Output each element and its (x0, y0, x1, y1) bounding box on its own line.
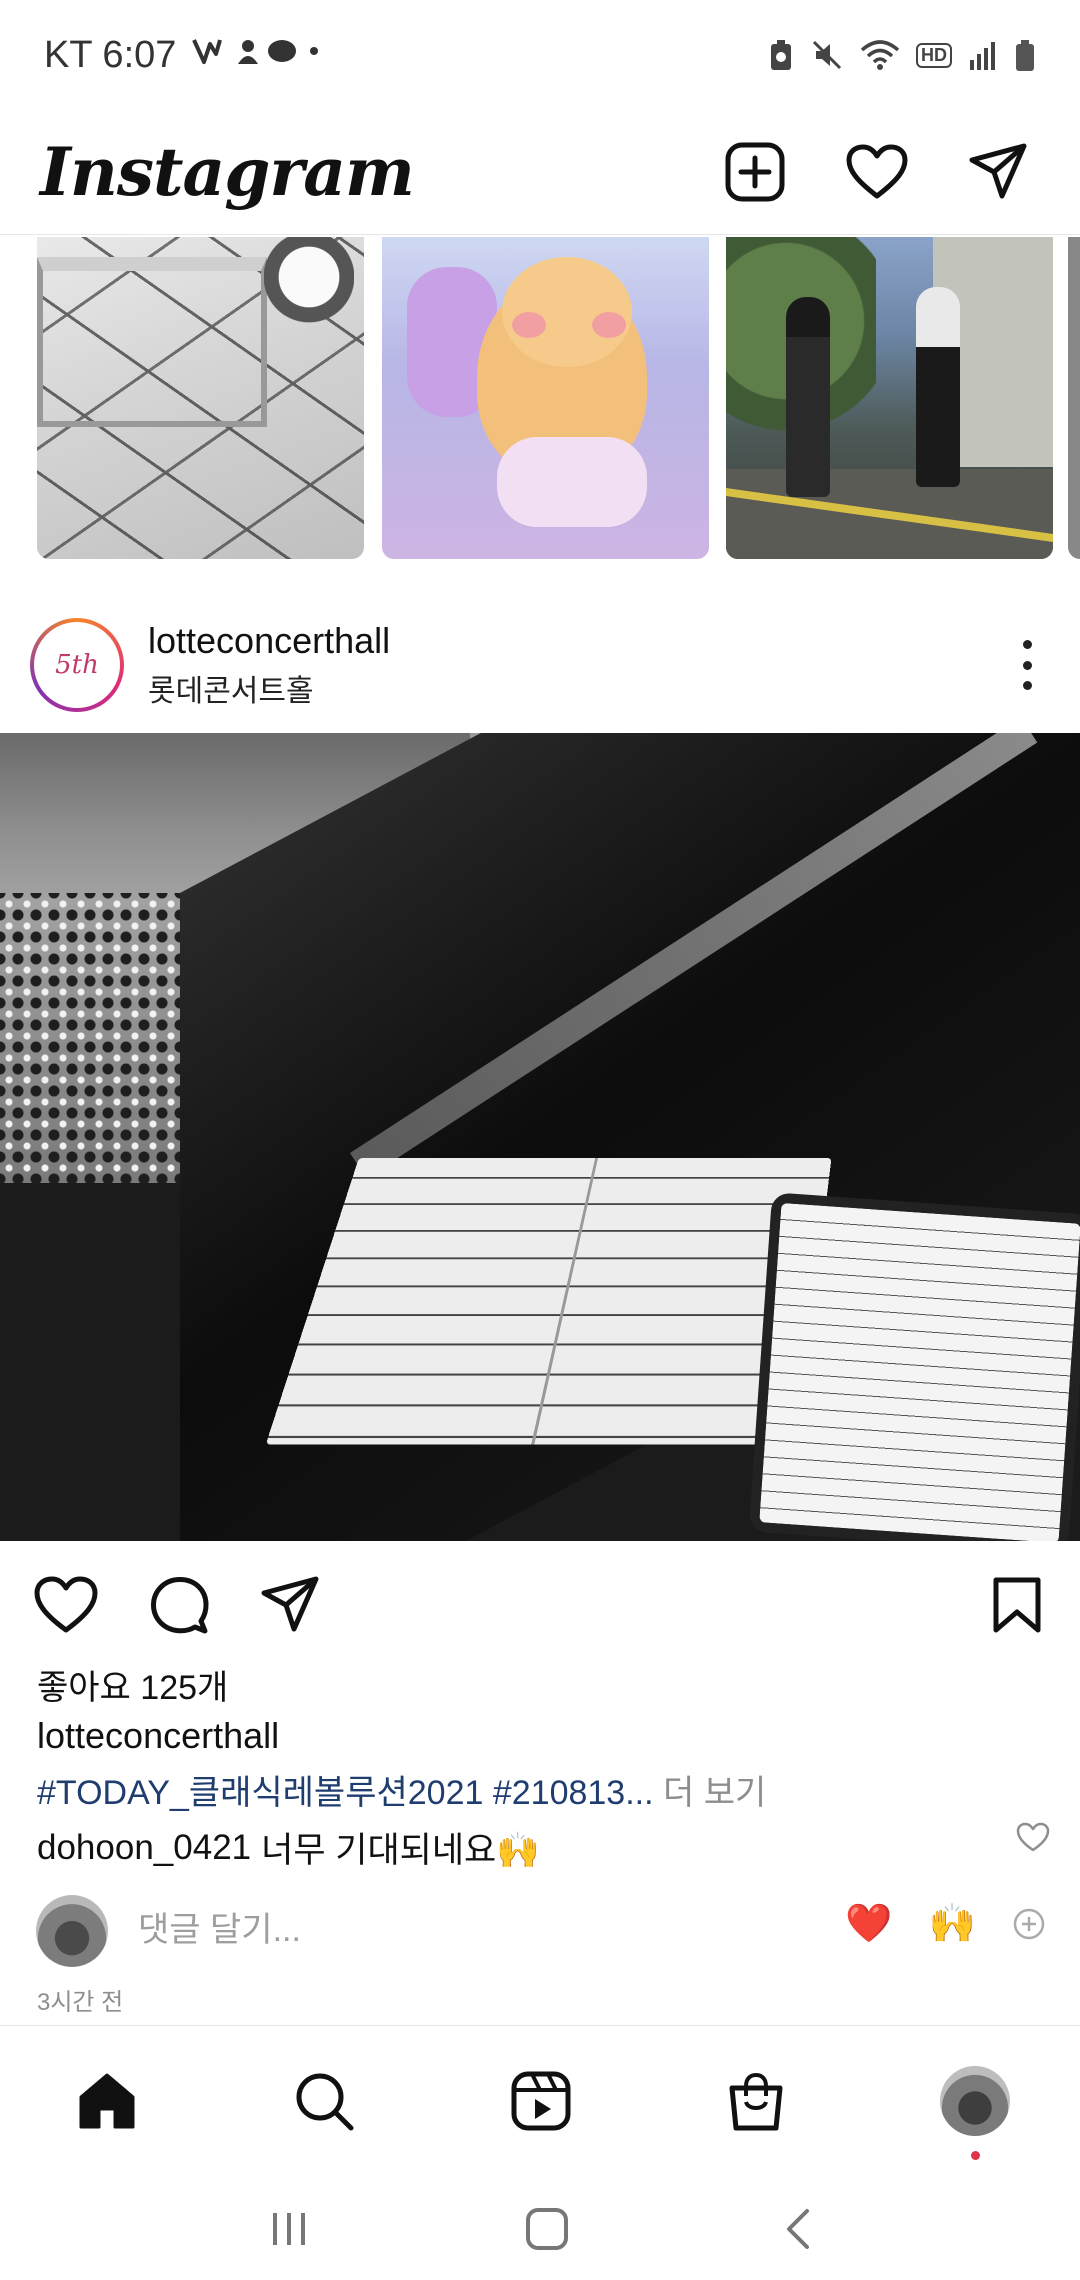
post-username[interactable]: lotteconcerthall (148, 620, 390, 662)
glass-table (37, 257, 267, 427)
system-navigation-bar (0, 2178, 1080, 2280)
post-header: 5th lotteconcerthall 롯데콘서트홀 (0, 595, 1080, 735)
add-reaction-icon[interactable] (1012, 1907, 1046, 1941)
home-button-icon[interactable] (524, 2206, 570, 2252)
caption-hashtags: #TODAY_클래식레볼루션2021 #210813... 더 보기 (37, 1765, 766, 1814)
bottom-navigation (0, 2025, 1080, 2175)
post-photo[interactable] (0, 733, 1080, 1541)
character-cheek (592, 312, 626, 338)
character-cheek (512, 312, 546, 338)
sheet-music (265, 1158, 832, 1445)
comment-icon[interactable] (148, 1574, 210, 1636)
likes-count[interactable]: 좋아요 125개 (37, 1660, 228, 1709)
tablet-screen (759, 1202, 1080, 1541)
dot (1022, 681, 1032, 690)
direct-message-icon[interactable] (968, 142, 1028, 202)
cat (264, 237, 354, 337)
avatar-inner: 5th (34, 622, 120, 708)
instagram-logo[interactable]: Instagram (40, 133, 415, 211)
hd-badge: HD (916, 42, 952, 68)
quick-reaction-heart[interactable]: ❤️ (845, 1905, 892, 1943)
mute-icon (812, 40, 842, 70)
status-bar: KT 6:07 HD (0, 0, 1080, 110)
status-right: HD (768, 38, 1036, 72)
see-more-link[interactable]: 더 보기 (654, 1774, 766, 1812)
reel-thumbnail-cat-room[interactable] (37, 237, 364, 559)
hashtags-text[interactable]: #TODAY_클래식레볼루션2021 #210813... (37, 1774, 654, 1812)
character-pants (497, 437, 647, 527)
lotte-5th-logo: 5th (55, 650, 99, 680)
reel-thumbnail-character[interactable] (382, 237, 709, 559)
post-timestamp: 3시간 전 (37, 1989, 124, 2016)
comment-preview: dohoon_0421 너무 기대되네요🙌 (37, 1822, 1047, 1873)
search-icon[interactable] (293, 2070, 355, 2132)
new-post-icon[interactable] (724, 141, 786, 203)
reel-thumbnail-dancers[interactable] (726, 237, 1053, 559)
more-options-button[interactable] (1012, 640, 1042, 690)
tablet-score (748, 1192, 1080, 1541)
post-author-names: lotteconcerthall 롯데콘서트홀 (148, 620, 390, 710)
profile-avatar[interactable] (940, 2065, 1010, 2160)
home-icon[interactable] (75, 2069, 139, 2133)
dot (1022, 660, 1032, 670)
quick-reactions: ❤️ 🙌 (845, 1905, 1046, 1943)
app-header: Instagram (0, 110, 1080, 235)
battery-saver-icon (771, 40, 791, 70)
status-left: KT 6:07 (44, 34, 320, 77)
comment-like-icon[interactable] (1016, 1822, 1050, 1852)
dancer (916, 287, 960, 487)
battery-icon (1016, 40, 1034, 71)
recent-apps-icon[interactable] (267, 2209, 311, 2249)
status-notification-icons (192, 39, 319, 64)
dancer (786, 297, 830, 497)
comment-username[interactable]: dohoon_0421 (37, 1828, 251, 1868)
comment-text: 너무 기대되네요🙌 (261, 1831, 540, 1870)
comment-input[interactable] (138, 1911, 778, 1950)
dot (1022, 640, 1032, 649)
share-icon[interactable] (260, 1575, 320, 1635)
post-actions-left (34, 1574, 320, 1636)
post-location[interactable]: 롯데콘서트홀 (148, 666, 390, 710)
shop-icon[interactable] (726, 2070, 786, 2132)
wifi-icon (860, 40, 900, 70)
heart-icon[interactable] (846, 144, 908, 200)
current-user-avatar (36, 1894, 108, 1967)
bookmark-icon[interactable] (992, 1576, 1042, 1634)
signal-icon (970, 42, 995, 70)
header-actions (724, 141, 1040, 203)
add-comment-row: ❤️ 🙌 (36, 1893, 1046, 1968)
reel-thumbnail-partial[interactable] (1068, 237, 1080, 559)
notification-dot (971, 2150, 980, 2160)
reels-carousel[interactable] (0, 237, 1080, 560)
post-author-avatar[interactable]: 5th (30, 618, 124, 712)
caption-username[interactable]: lotteconcerthall (37, 1715, 279, 1757)
like-heart-icon[interactable] (34, 1576, 98, 1634)
back-button-icon[interactable] (783, 2207, 813, 2251)
quick-reaction-raised-hands[interactable]: 🙌 (929, 1905, 976, 1943)
carrier-time: KT 6:07 (44, 33, 177, 76)
notification-icons (190, 34, 320, 76)
post-actions (0, 1560, 1080, 1650)
reels-icon[interactable] (510, 2070, 572, 2132)
